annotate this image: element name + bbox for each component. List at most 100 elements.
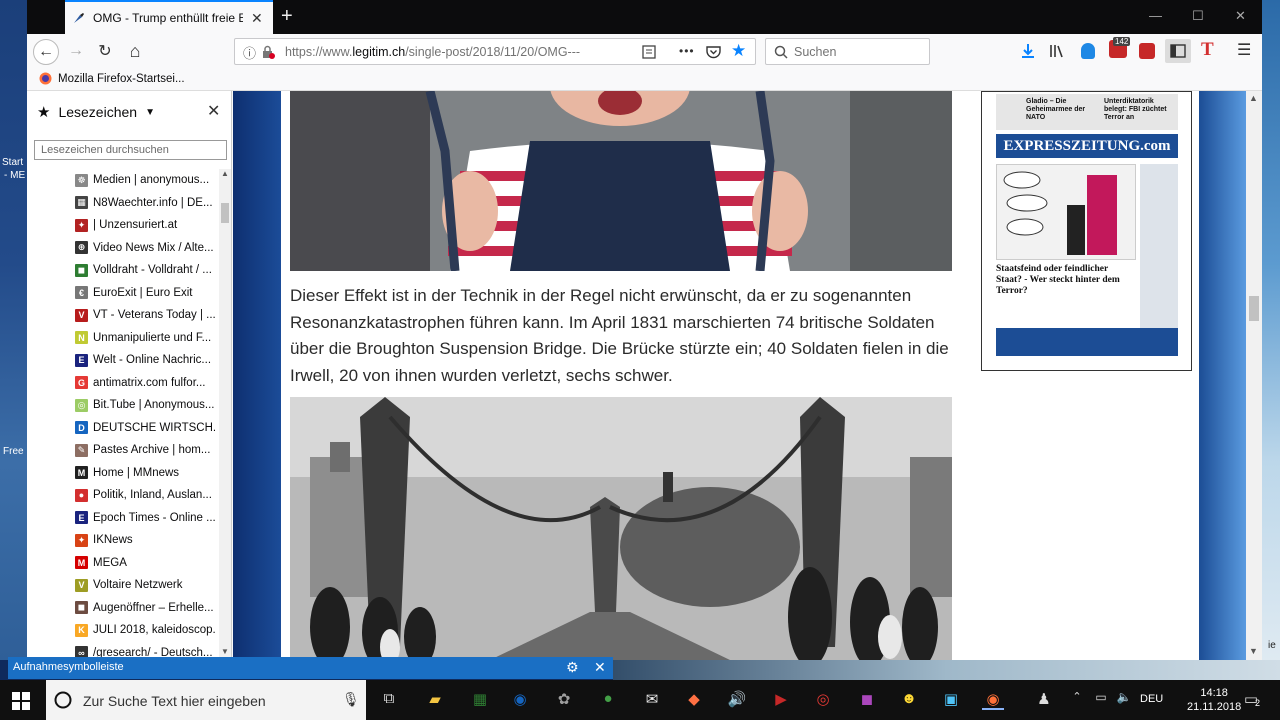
- search-bar[interactable]: Suchen: [765, 38, 930, 65]
- capture-toolbar[interactable]: Aufnahmesymbolleiste ⚙ ✕: [8, 657, 613, 679]
- home-button[interactable]: ⌂: [124, 40, 146, 62]
- sidebar-scrollbar[interactable]: ▲ ▼: [219, 169, 231, 659]
- taskbar-search-box[interactable]: Zur Suche Text hier eingeben 🎙: [46, 680, 366, 720]
- bookmark-item-label: Pastes Archive | hom...: [93, 444, 211, 457]
- back-button[interactable]: ←: [33, 39, 59, 65]
- bookmark-item[interactable]: ▦ N8Waechter.info | DE...: [75, 192, 215, 215]
- lock-warning-icon[interactable]: [261, 45, 275, 59]
- bookmark-item[interactable]: ◼ Volldraht - Volldraht / ...: [75, 259, 215, 282]
- bookmark-item-label: | Unzensuriert.at: [93, 219, 178, 232]
- tab-close-icon[interactable]: ✕: [251, 10, 263, 27]
- app-icon-4[interactable]: ◆: [683, 690, 705, 710]
- excel-icon[interactable]: ▦: [469, 690, 491, 710]
- ad-top-strip: Gladio – Die Geheimarmee der NATO Unterd…: [996, 94, 1178, 130]
- url-bar[interactable]: ⓘ https://www.legitim.ch/single-post/201…: [234, 38, 756, 65]
- bookmarks-search-input[interactable]: Lesezeichen durchsuchen: [34, 140, 227, 160]
- bookmark-item[interactable]: ✦ | Unzensuriert.at: [75, 214, 215, 237]
- extension-badge: 142: [1113, 37, 1131, 46]
- sidebar-scroll-thumb[interactable]: [221, 203, 229, 223]
- language-indicator[interactable]: DEU: [1140, 693, 1163, 705]
- bookmark-item[interactable]: M Home | MMnews: [75, 462, 215, 485]
- minimize-button[interactable]: —: [1149, 8, 1162, 23]
- advertisement-expresszeitung[interactable]: Gladio – Die Geheimarmee der NATO Unterd…: [981, 91, 1192, 371]
- bookmark-item[interactable]: ● Politik, Inland, Auslan...: [75, 484, 215, 507]
- url-text[interactable]: https://www.legitim.ch/single-post/2018/…: [285, 45, 580, 59]
- bookmark-item[interactable]: € EuroExit | Euro Exit: [75, 282, 215, 305]
- bookmark-item[interactable]: E Epoch Times - Online ...: [75, 507, 215, 530]
- app-icon-2[interactable]: ✿: [553, 690, 575, 710]
- bookmark-item[interactable]: ⊕ Video News Mix / Alte...: [75, 237, 215, 260]
- windows-start-icon[interactable]: [12, 692, 30, 710]
- page-scrollbar[interactable]: ▲ ▼: [1246, 91, 1262, 660]
- scroll-up-icon[interactable]: ▲: [221, 169, 229, 178]
- page-actions-icon[interactable]: •••: [679, 44, 695, 58]
- info-icon[interactable]: ⓘ: [243, 43, 256, 62]
- capture-close-icon[interactable]: ✕: [594, 659, 606, 676]
- scroll-down-icon[interactable]: ▼: [221, 647, 229, 656]
- translate-extension-icon[interactable]: T: [1201, 39, 1214, 61]
- people-icon[interactable]: ♟: [1033, 690, 1055, 710]
- library-icon[interactable]: [1049, 43, 1065, 59]
- network-icon[interactable]: ▭: [1090, 690, 1112, 710]
- taskbar-clock[interactable]: 14:18 21.11.2018: [1187, 686, 1241, 714]
- app-icon-1[interactable]: ◉: [509, 690, 531, 710]
- bookmark-item[interactable]: ✦ IKNews: [75, 529, 215, 552]
- bookmark-firefox-start[interactable]: Mozilla Firefox-Startsei...: [39, 72, 185, 85]
- forward-button[interactable]: →: [65, 40, 87, 62]
- bookmark-star-icon[interactable]: ★: [731, 41, 746, 61]
- page-scroll-down-icon[interactable]: ▼: [1249, 646, 1258, 656]
- bookmark-item[interactable]: V Voltaire Netzwerk: [75, 574, 215, 597]
- bookmark-favicon-icon: ✦: [75, 218, 88, 232]
- task-view-icon[interactable]: ⧉: [378, 690, 400, 710]
- bookmark-item[interactable]: M MEGA: [75, 552, 215, 575]
- extension-shield-icon[interactable]: [1081, 43, 1095, 59]
- microphone-icon[interactable]: 🎙: [342, 691, 360, 708]
- app-icon-3[interactable]: ●: [597, 690, 619, 710]
- reload-button[interactable]: ↻: [94, 40, 116, 62]
- sidebar-close-button[interactable]: ✕: [207, 101, 220, 121]
- sidebar-header[interactable]: ★ Lesezeichen ▼: [37, 103, 155, 121]
- bookmark-item[interactable]: ◎ Bit.Tube | Anonymous...: [75, 394, 215, 417]
- new-tab-button[interactable]: +: [281, 5, 293, 28]
- chevron-down-icon: ▼: [145, 106, 155, 118]
- bookmark-item-label: DEUTSCHE WIRTSCH...: [93, 421, 215, 434]
- tray-chevron-icon[interactable]: ⌃: [1066, 690, 1088, 710]
- speaker-icon[interactable]: 🔈: [1113, 690, 1135, 710]
- tab-active[interactable]: OMG - Trump enthüllt freie Ene ✕: [65, 0, 273, 34]
- downloads-icon[interactable]: [1020, 43, 1036, 59]
- app-icon-7[interactable]: ☻: [898, 690, 920, 710]
- page-background-left: [233, 91, 281, 660]
- extension-screen-icon[interactable]: [1139, 43, 1155, 59]
- app-icon-8[interactable]: ▣: [940, 690, 962, 710]
- bookmark-item[interactable]: N Unmanipulierte und F...: [75, 327, 215, 350]
- app-icon-6[interactable]: ◎: [812, 690, 834, 710]
- maximize-button[interactable]: ☐: [1192, 8, 1204, 24]
- bookmark-item[interactable]: V VT - Veterans Today | ...: [75, 304, 215, 327]
- capture-settings-icon[interactable]: ⚙: [566, 659, 579, 676]
- onenote-icon[interactable]: ◼: [856, 690, 878, 710]
- hamburger-menu-icon[interactable]: ☰: [1237, 40, 1251, 60]
- bookmark-label: Mozilla Firefox-Startsei...: [58, 72, 185, 85]
- app-icon-5[interactable]: ▶: [770, 690, 792, 710]
- desktop-label-free: Free: [3, 446, 24, 457]
- pocket-icon[interactable]: [706, 45, 721, 59]
- page-scroll-thumb[interactable]: [1249, 296, 1259, 321]
- bookmark-item[interactable]: Gantimatrix.com fulfor...: [75, 372, 215, 395]
- bookmark-item[interactable]: E Welt - Online Nachric...: [75, 349, 215, 372]
- bookmark-favicon-icon: €: [75, 286, 88, 300]
- volume-app-icon[interactable]: 🔊: [726, 690, 748, 710]
- bookmark-item[interactable]: D DEUTSCHE WIRTSCH...: [75, 417, 215, 440]
- desktop-background-right: ie: [1262, 0, 1280, 660]
- window-close-button[interactable]: ✕: [1235, 8, 1246, 24]
- bookmark-item[interactable]: K JULI 2018, kaleidoscop...: [75, 619, 215, 642]
- page-scroll-up-icon[interactable]: ▲: [1249, 93, 1258, 103]
- bookmark-item[interactable]: ✎ Pastes Archive | hom...: [75, 439, 215, 462]
- mail-icon[interactable]: ✉: [641, 690, 663, 710]
- bookmark-favicon-icon: N: [75, 331, 88, 345]
- sidebar-toggle-button[interactable]: [1165, 39, 1191, 63]
- bookmark-item[interactable]: ☸ Medien | anonymous...: [75, 169, 215, 192]
- file-explorer-icon[interactable]: ▰: [424, 690, 446, 710]
- bookmark-item[interactable]: ◼ Augenöffner – Erhelle...: [75, 597, 215, 620]
- firefox-taskbar-icon[interactable]: ◉: [982, 690, 1004, 710]
- reader-view-icon[interactable]: [642, 45, 656, 59]
